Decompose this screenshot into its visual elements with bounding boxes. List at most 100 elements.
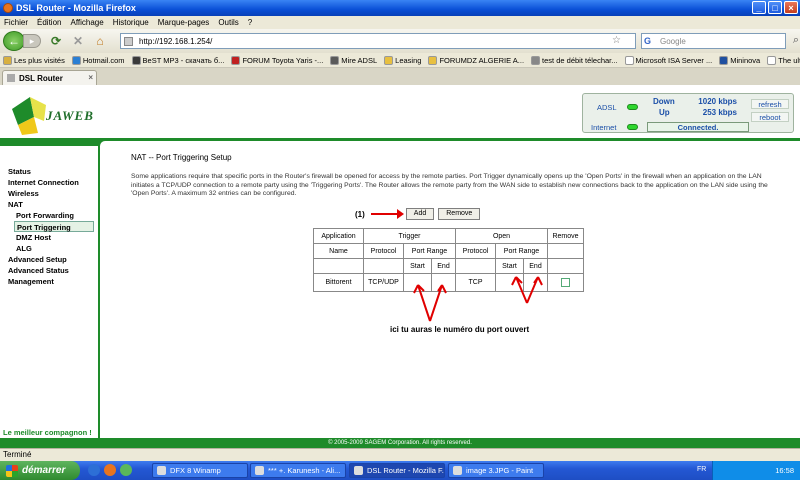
page-title: NAT -- Port Triggering Setup [131,153,232,162]
menu-outils[interactable]: Outils [218,18,238,27]
bookmark-star-icon[interactable]: ☆ [612,35,621,46]
menu-fichier[interactable]: Fichier [4,18,28,27]
search-input[interactable]: G Google ⌕ [641,33,799,49]
tab-label: DSL Router [19,73,63,83]
sidebar-item-dmz-host[interactable]: DMZ Host [0,232,100,243]
bookmark-item[interactable]: FORUMDZ ALGERIE A... [428,55,524,65]
bookmarks-toolbar: Les plus visités Hotmail.com BeST MP3 - ск… [0,53,800,68]
remove-button[interactable]: Remove [438,208,481,220]
cell-trigger-protocol: TCP/UDP [363,273,404,292]
sidebar-item-advanced-setup[interactable]: Advanced Setup [0,254,100,265]
bookmark-item[interactable]: FORUM Toyota Yaris -... [231,55,324,65]
minimize-button[interactable]: _ [752,1,766,14]
bookmark-label: test de débit télechar... [542,55,618,65]
web-page: JAWEB ADSL Internet Down Up 1020 kbps 25… [0,85,800,448]
menu-edition[interactable]: Édition [37,18,61,27]
sidebar-item-advanced-status[interactable]: Advanced Status [0,265,100,276]
menu-marque-pages[interactable]: Marque-pages [158,18,210,27]
bookmark-label: Hotmail.com [82,55,125,65]
sidebar-menu: Status Internet Connection Wireless NAT Port… [0,166,100,287]
bookmark-label: Microsoft ISA Server ... [635,55,713,65]
menu-help[interactable]: ? [248,18,252,27]
bookmark-item[interactable]: BeST MP3 - скачать б... [131,55,225,65]
sidebar-item-port-triggering[interactable]: Port Triggering [14,221,94,232]
th-name: Name [313,243,364,259]
sidebar-item-management[interactable]: Management [0,276,100,287]
page-description: Some applications require that specific … [131,173,768,197]
start-button[interactable]: démarrer [0,461,80,480]
firefox-icon [354,466,363,475]
bookmark-item[interactable]: Mininova [719,55,760,65]
bookmark-icon [330,55,340,65]
bookmark-icon [384,55,394,65]
bookmark-icon [767,55,777,65]
remove-checkbox[interactable] [561,278,570,287]
th-blank-4 [547,258,584,274]
search-icon[interactable]: ⌕ [793,34,799,47]
search-placeholder: Google [660,36,686,46]
firefox-quicklaunch-icon[interactable] [104,464,116,476]
url-text: http://192.168.1.254/ [139,36,213,46]
menu-bar: Fichier Édition Affichage Historique Mar… [0,16,800,29]
bookmark-label: The ultimate... [778,55,800,65]
main-content: NAT -- Port Triggering Setup Some applic… [131,153,781,199]
close-button[interactable]: × [784,1,798,14]
tab-close-icon[interactable]: × [88,73,93,82]
sidebar-item-wireless[interactable]: Wireless [0,188,100,199]
bookmark-item[interactable]: Hotmail.com [71,55,125,65]
start-label: démarrer [22,465,66,476]
add-button[interactable]: Add [405,208,435,220]
task-karunesh[interactable]: *** +. Karunesh - Ali... [250,463,346,478]
router-header: JAWEB ADSL Internet Down Up 1020 kbps 25… [0,85,800,141]
maximize-button[interactable]: □ [768,1,782,14]
bookmark-label: Mire ADSL [341,55,378,65]
bookmark-item[interactable]: The ultimate... [767,55,800,65]
reload-icon[interactable]: ⟳ [49,34,63,48]
forward-button[interactable]: ▸ [23,34,41,48]
th-open-port-range: Port Range [495,243,548,259]
windows-taskbar: démarrer DFX 8 Winamp *** +. Karunesh - … [0,461,800,480]
bookmark-icon [624,55,634,65]
stop-icon[interactable]: ✕ [71,34,85,48]
bookmark-icon [428,55,438,65]
sidebar-item-internet-connection[interactable]: Internet Connection [0,177,100,188]
sidebar-item-port-forwarding[interactable]: Port Forwarding [0,210,100,221]
home-icon[interactable]: ⌂ [93,34,107,48]
language-indicator[interactable]: FR [697,466,706,473]
th-remove-blank [547,243,584,259]
tab-favicon-icon [7,74,15,82]
bookmark-item[interactable]: Microsoft ISA Server ... [624,55,713,65]
reboot-button[interactable]: reboot [751,112,789,122]
refresh-button[interactable]: refresh [751,99,789,109]
down-label: Down [653,97,675,106]
bookmark-item[interactable]: Leasing [384,55,421,65]
sidebar-item-nat[interactable]: NAT [0,199,100,210]
ie-quicklaunch-icon[interactable] [88,464,100,476]
url-bar[interactable]: http://192.168.1.254/ ☆ [120,33,636,49]
bookmark-icon [231,55,241,65]
internet-led-icon [627,124,638,130]
tab-dsl-router[interactable]: DSL Router × [2,70,97,85]
th-application: Application [313,228,364,244]
th-blank-1 [313,258,364,274]
task-winamp[interactable]: DFX 8 Winamp [152,463,248,478]
bookmark-label: FORUM Toyota Yaris -... [242,55,324,65]
desktop-quicklaunch-icon[interactable] [120,464,132,476]
nav-toolbar: ← ▸ ⟳ ✕ ⌂ http://192.168.1.254/ ☆ G Goog… [0,29,800,53]
menu-historique[interactable]: Historique [113,18,149,27]
task-paint[interactable]: image 3.JPG - Paint [448,463,544,478]
bookmark-item[interactable]: Les plus visités [3,55,65,65]
internet-label: Internet [591,123,617,132]
brand-name: JAWEB [46,108,94,123]
task-label: *** +. Karunesh - Ali... [268,466,341,475]
adsl-label: ADSL [597,103,617,112]
sidebar-item-status[interactable]: Status [0,166,100,177]
bookmark-item[interactable]: Mire ADSL [330,55,378,65]
bookmark-item[interactable]: test de débit télechar... [531,55,618,65]
sidebar-item-alg[interactable]: ALG [0,243,100,254]
bookmark-label: BeST MP3 - скачать б... [142,55,225,65]
menu-affichage[interactable]: Affichage [70,18,103,27]
back-button[interactable]: ← [3,31,25,51]
tab-strip: DSL Router × [0,68,800,85]
task-dsl-router[interactable]: DSL Router - Mozilla F... [349,463,445,478]
